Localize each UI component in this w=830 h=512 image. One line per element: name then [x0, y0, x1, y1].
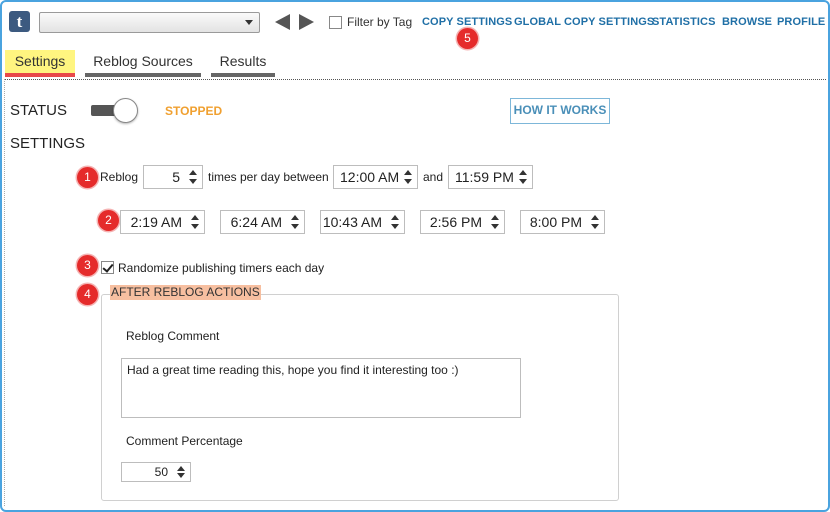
tab-settings[interactable]: Settings [5, 50, 75, 77]
randomize-label: Randomize publishing timers each day [118, 261, 325, 275]
stepper-arrows-icon[interactable] [191, 215, 200, 229]
publish-time-picker-4[interactable]: 2:56 PM [420, 210, 505, 234]
annotation-badge-1: 1 [77, 167, 98, 188]
end-time-value: 11:59 PM [455, 169, 514, 185]
publish-time-value: 2:56 PM [429, 214, 482, 230]
copy-settings-link[interactable]: COPY SETTINGS [422, 16, 512, 28]
comment-percentage-label: Comment Percentage [126, 434, 243, 448]
statistics-link[interactable]: STATISTICS [652, 16, 716, 28]
stepper-arrows-icon[interactable] [189, 170, 198, 184]
publish-time-picker-5[interactable]: 8:00 PM [520, 210, 605, 234]
browse-link[interactable]: BROWSE [722, 16, 772, 28]
chevron-down-icon [245, 20, 253, 25]
tab-settings-label: Settings [14, 53, 66, 69]
tab-reblog-sources[interactable]: Reblog Sources [85, 50, 201, 77]
publish-time-value: 2:19 AM [130, 214, 182, 230]
tab-underline [5, 73, 75, 77]
filter-by-tag-checkbox[interactable] [329, 15, 342, 29]
how-it-works-button[interactable]: HOW IT WORKS [510, 98, 610, 124]
stepper-arrows-icon[interactable] [591, 215, 600, 229]
publish-time-picker-2[interactable]: 6:24 AM [220, 210, 305, 234]
annotation-badge-3: 3 [77, 255, 98, 276]
stepper-arrows-icon[interactable] [519, 170, 528, 184]
stepper-arrows-icon[interactable] [291, 215, 300, 229]
annotation-badge-4: 4 [77, 284, 98, 305]
end-time-picker[interactable]: 11:59 PM [448, 165, 533, 189]
randomize-checkbox[interactable] [101, 261, 114, 274]
status-label: STATUS [10, 102, 67, 119]
next-arrow-icon[interactable] [299, 14, 314, 30]
tab-underline [85, 73, 201, 77]
annotation-badge-2: 2 [98, 210, 119, 231]
global-copy-settings-link[interactable]: GLOBAL COPY SETTINGS [514, 16, 654, 28]
comment-percentage-value: 50 [154, 465, 168, 479]
publish-time-value: 10:43 AM [322, 214, 382, 230]
reblog-count-value: 5 [172, 169, 180, 185]
times-per-day-label: times per day between [208, 170, 329, 184]
publish-time-picker-1[interactable]: 2:19 AM [120, 210, 205, 234]
publish-time-value: 6:24 AM [230, 214, 282, 230]
filter-by-tag-label: Filter by Tag [347, 15, 413, 29]
start-time-picker[interactable]: 12:00 AM [333, 165, 418, 189]
tab-results-label: Results [219, 53, 267, 69]
toggle-knob[interactable] [113, 98, 138, 123]
tab-results[interactable]: Results [211, 50, 275, 77]
and-label: and [423, 170, 444, 184]
after-reblog-title: AFTER REBLOG ACTIONS [110, 285, 261, 300]
reblog-count-stepper[interactable]: 5 [143, 165, 203, 189]
start-time-value: 12:00 AM [340, 169, 400, 185]
publish-time-value: 8:00 PM [529, 214, 582, 230]
stepper-arrows-icon[interactable] [177, 466, 186, 478]
settings-section-label: SETTINGS [10, 135, 86, 152]
blog-select[interactable] [39, 12, 260, 33]
reblog-prefix-label: Reblog [100, 170, 139, 184]
status-toggle[interactable] [91, 98, 139, 124]
filter-by-tag[interactable]: Filter by Tag [329, 15, 412, 29]
stepper-arrows-icon[interactable] [491, 215, 500, 229]
stepper-arrows-icon[interactable] [404, 170, 413, 184]
tab-divider [4, 79, 826, 80]
content-left-border [4, 79, 5, 506]
comment-percentage-stepper[interactable]: 50 [121, 462, 191, 482]
previous-arrow-icon[interactable] [275, 14, 290, 30]
tab-reblog-sources-label: Reblog Sources [93, 53, 193, 69]
publish-time-picker-3[interactable]: 10:43 AM [320, 210, 405, 234]
stepper-arrows-icon[interactable] [391, 215, 400, 229]
tab-underline [211, 73, 275, 77]
app-window: t Filter by Tag COPY SETTINGS GLOBAL COP… [0, 0, 830, 512]
reblog-comment-textarea[interactable]: Had a great time reading this, hope you … [121, 358, 521, 418]
profile-link[interactable]: PROFILE [777, 16, 825, 28]
annotation-badge-5: 5 [457, 28, 478, 49]
reblog-comment-label: Reblog Comment [126, 329, 220, 343]
status-value: STOPPED [165, 104, 223, 118]
tumblr-logo-icon: t [9, 11, 30, 32]
